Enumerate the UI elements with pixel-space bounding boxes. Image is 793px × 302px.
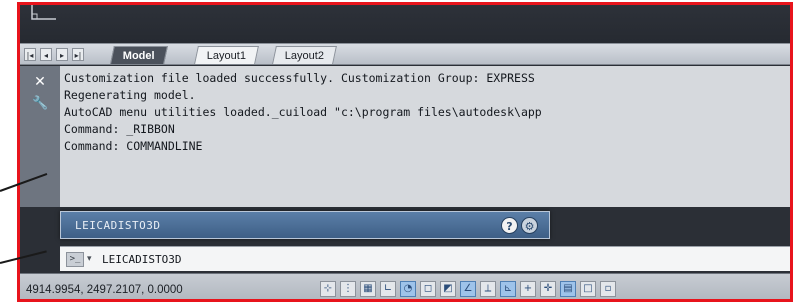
- tab-layout1[interactable]: Layout1: [194, 46, 260, 64]
- history-line: Regenerating model.: [64, 88, 196, 102]
- recent-commands-dropdown[interactable]: ▾: [87, 247, 92, 272]
- wrench-icon[interactable]: 🔧: [32, 96, 48, 112]
- status-bar: 4914.9954, 2497.2107, 0.0000 ⊹ ⋮ ▦ ∟ ◔ ◻ ◩ ∠ ⟂ ⊾ +…: [20, 273, 790, 299]
- autocad-window: |◂ ◂ ▸ ▸| Model Layout1 Layout2 ✕ 🔧 Cust…: [17, 2, 793, 302]
- popup-command-name[interactable]: LEICADISTO3D: [75, 212, 160, 240]
- 3d-object-snap-icon[interactable]: ◩: [440, 281, 456, 297]
- history-line: Command: COMMANDLINE: [64, 139, 203, 153]
- drawing-area[interactable]: [20, 5, 790, 43]
- tab-model[interactable]: Model: [110, 46, 168, 64]
- tab-model-label: Model: [122, 50, 155, 62]
- lineweight-icon[interactable]: +: [520, 281, 536, 297]
- history-line: Command: _RIBBON: [64, 122, 175, 136]
- selection-cycling-icon[interactable]: □: [580, 281, 596, 297]
- history-lines: Customization file loaded successfully. …: [64, 70, 790, 155]
- object-snap-tracking-icon[interactable]: ∠: [460, 281, 476, 297]
- tab-layout2-label: Layout2: [284, 50, 324, 62]
- ucs-icon: [31, 5, 56, 20]
- quick-properties-icon[interactable]: ▤: [560, 281, 576, 297]
- tab-layout2[interactable]: Layout2: [272, 46, 338, 64]
- tab-layout1-label: Layout1: [206, 50, 246, 62]
- history-line: AutoCAD menu utilities loaded._cuiload "…: [64, 105, 542, 119]
- command-line-input[interactable]: >_ ▾ LEICADISTO3D: [60, 246, 790, 272]
- command-prompt-icon[interactable]: >_: [66, 252, 84, 267]
- history-line: Customization file loaded successfully. …: [64, 71, 535, 85]
- dynamic-input-icon[interactable]: ⊾: [500, 281, 516, 297]
- help-icon[interactable]: ?: [501, 217, 518, 234]
- command-suggestion-popup[interactable]: LEICADISTO3D ? ⚙: [60, 211, 550, 239]
- previous-layout-button[interactable]: ◂: [40, 48, 52, 61]
- settings-icon[interactable]: ⚙: [521, 217, 538, 234]
- object-snap-icon[interactable]: ◻: [420, 281, 436, 297]
- command-history[interactable]: ✕ 🔧 Customization file loaded successful…: [20, 66, 790, 207]
- grid-display-icon[interactable]: ▦: [360, 281, 376, 297]
- next-layout-button[interactable]: ▸: [56, 48, 68, 61]
- command-line-handle[interactable]: ✕ 🔧: [20, 66, 60, 207]
- close-icon[interactable]: ✕: [32, 74, 48, 90]
- last-layout-button[interactable]: ▸|: [72, 48, 84, 61]
- snap-mode-icon[interactable]: ⋮: [340, 281, 356, 297]
- transparency-icon[interactable]: ✛: [540, 281, 556, 297]
- dynamic-ucs-icon[interactable]: ⟂: [480, 281, 496, 297]
- polar-tracking-icon[interactable]: ◔: [400, 281, 416, 297]
- command-input-text[interactable]: LEICADISTO3D: [102, 247, 181, 272]
- infer-constraints-icon[interactable]: ⊹: [320, 281, 336, 297]
- ortho-mode-icon[interactable]: ∟: [380, 281, 396, 297]
- cursor-coordinates[interactable]: 4914.9954, 2497.2107, 0.0000: [26, 274, 183, 299]
- annotation-monitor-icon[interactable]: ▫: [600, 281, 616, 297]
- first-layout-button[interactable]: |◂: [24, 48, 36, 61]
- layout-tab-bar: |◂ ◂ ▸ ▸| Model Layout1 Layout2: [20, 43, 790, 65]
